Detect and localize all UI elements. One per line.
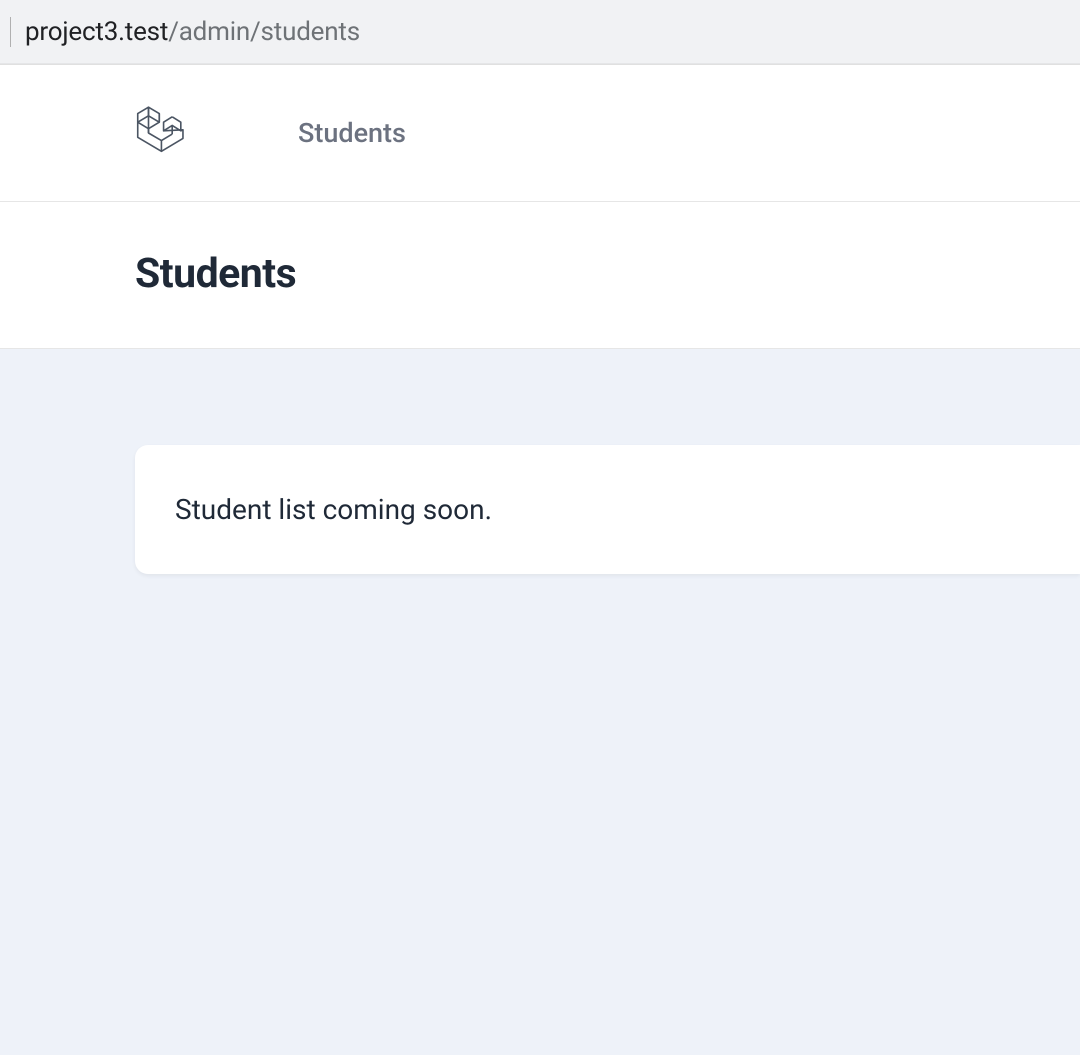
url-domain: project3.test [25,17,168,47]
nav-link-students[interactable]: Students [298,117,406,149]
url-display: project3.test/admin/students [25,17,360,47]
page-title-section: Students [0,202,1080,349]
laravel-logo-icon[interactable] [135,105,190,161]
content-card: Student list coming soon. [135,445,1080,574]
laravel-logo-svg [135,105,190,161]
navigation-header: Students [0,64,1080,202]
content-area: Student list coming soon. [0,349,1080,1055]
url-path: /admin/students [168,17,360,47]
placeholder-message: Student list coming soon. [175,493,1040,526]
page-title: Students [135,250,1080,298]
address-divider [10,17,11,47]
browser-address-bar[interactable]: project3.test/admin/students [0,0,1080,64]
